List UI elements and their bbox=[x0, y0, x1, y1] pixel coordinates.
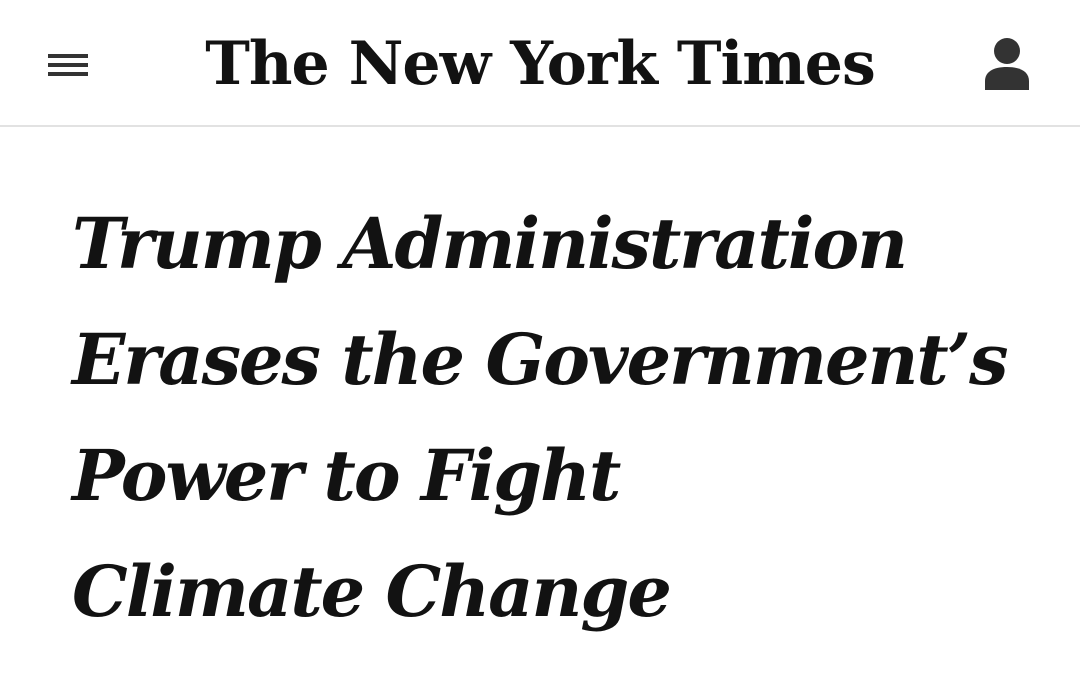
account-button[interactable] bbox=[978, 34, 1036, 96]
masthead-logo[interactable]: The New York Times bbox=[200, 22, 880, 106]
headline-line: Power to Fight bbox=[72, 434, 621, 517]
top-bar: The New York Times bbox=[0, 0, 1080, 127]
headline-line: Erases the Government’s bbox=[72, 318, 1009, 401]
hamburger-menu-icon bbox=[48, 54, 88, 76]
user-account-icon bbox=[985, 38, 1029, 90]
article-headline[interactable]: Trump Administration Erases the Governme… bbox=[72, 186, 1032, 650]
menu-button[interactable] bbox=[40, 42, 96, 86]
headline-line: Trump Administration bbox=[72, 202, 908, 285]
headline-line: Climate Change bbox=[72, 550, 672, 633]
